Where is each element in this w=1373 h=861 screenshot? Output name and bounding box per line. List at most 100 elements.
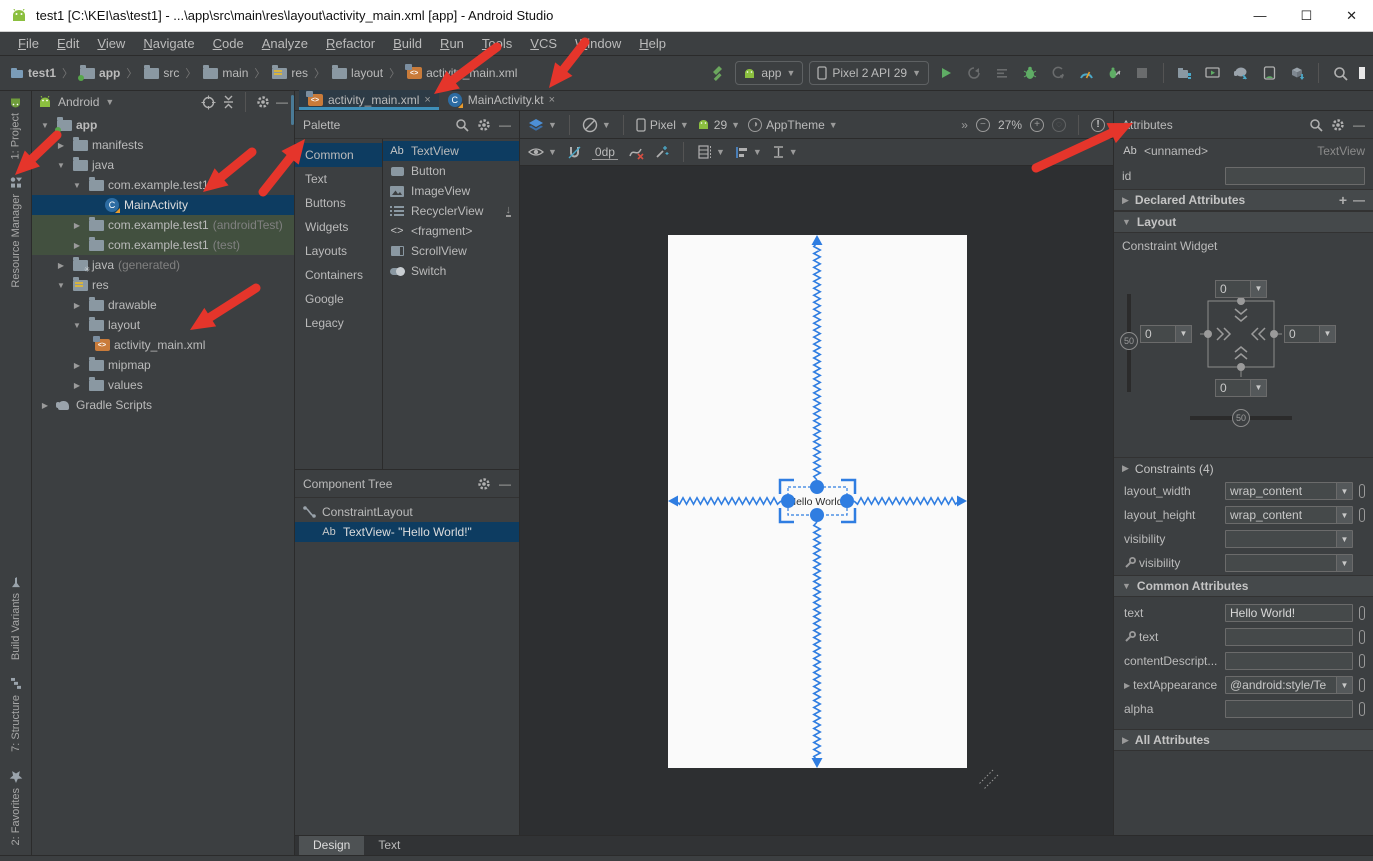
component-textview[interactable]: Ab TextView- "Hello World!" — [295, 522, 519, 542]
breadcrumb-module[interactable]: test1 — [8, 64, 58, 82]
palette-item-fragment[interactable]: <><fragment> — [383, 221, 519, 241]
expand-arrow[interactable]: ▼ — [54, 281, 68, 290]
palette-category-text[interactable]: Text — [295, 167, 382, 191]
palette-category-google[interactable]: Google — [295, 287, 382, 311]
device-select[interactable]: Pixel 2 API 29 ▼ — [809, 61, 929, 85]
palette-item-switch[interactable]: Switch — [383, 261, 519, 281]
tree-item-values[interactable]: ▶values — [32, 375, 294, 395]
resize-handle-top-left[interactable] — [780, 480, 794, 494]
expand-arrow[interactable]: ▶ — [70, 361, 84, 370]
layout-width-select[interactable]: wrap_content▼ — [1225, 482, 1353, 500]
sdk-manager-button[interactable] — [1286, 62, 1308, 84]
chevron-right-icon[interactable]: ▶ — [1124, 681, 1130, 690]
breadcrumb-main[interactable]: main — [200, 64, 250, 82]
gear-icon[interactable] — [477, 477, 491, 491]
chevron-down-icon[interactable]: ▼ — [1250, 281, 1266, 297]
menu-vcs[interactable]: VCS — [522, 34, 565, 53]
chevron-down-icon[interactable]: ▼ — [1250, 380, 1266, 396]
gradle-sync-button[interactable] — [1230, 62, 1252, 84]
expand-arrow[interactable]: ▶ — [54, 141, 68, 150]
palette-category-containers[interactable]: Containers — [295, 263, 382, 287]
text-appearance-select[interactable]: @android:style/Te▼ — [1225, 676, 1353, 694]
palette-category-legacy[interactable]: Legacy — [295, 311, 382, 335]
component-constraintlayout[interactable]: ConstraintLayout — [295, 502, 519, 522]
device-canvas[interactable]: Hello World! — [668, 235, 967, 768]
search-everywhere-icon[interactable] — [1329, 62, 1351, 84]
stop-button[interactable] — [1131, 62, 1153, 84]
palette-category-widgets[interactable]: Widgets — [295, 215, 382, 239]
content-description-input[interactable] — [1225, 652, 1353, 670]
infer-constraints-button[interactable] — [654, 145, 669, 160]
margin-left-select[interactable]: 0▼ — [1140, 325, 1192, 343]
autoconnect-toggle[interactable] — [567, 145, 582, 160]
project-view-select[interactable]: Android — [58, 95, 99, 109]
issues-icon[interactable]: ! — [1091, 118, 1105, 132]
zoom-to-fit-icon[interactable]: ◌ — [1052, 118, 1066, 132]
text-input[interactable]: Hello World! — [1225, 604, 1353, 622]
alpha-input[interactable] — [1225, 700, 1353, 718]
chevron-down-icon[interactable]: ▼ — [1336, 555, 1352, 571]
zoom-out-icon[interactable]: − — [976, 118, 990, 132]
tree-item-package-test[interactable]: ▶com.example.test1(test) — [32, 235, 294, 255]
chevron-down-icon[interactable]: ▼ — [1336, 677, 1352, 693]
zoom-in-icon[interactable]: + — [1030, 118, 1044, 132]
menu-view[interactable]: View — [89, 34, 133, 53]
tool-button-favorites[interactable]: 2: Favorites — [9, 770, 23, 845]
tree-item-activity-main-xml[interactable]: <>activity_main.xml — [32, 335, 294, 355]
breadcrumb-res[interactable]: res — [269, 64, 310, 82]
close-tab-icon[interactable]: × — [424, 94, 430, 106]
expand-arrow[interactable]: ▼ — [54, 161, 68, 170]
tools-visibility-select[interactable]: ▼ — [1225, 554, 1353, 572]
expand-arrow[interactable]: ▶ — [70, 221, 84, 230]
expand-arrow[interactable]: ▼ — [70, 321, 84, 330]
hide-panel-icon[interactable]: — — [499, 477, 511, 491]
palette-category-layouts[interactable]: Layouts — [295, 239, 382, 263]
tab-design[interactable]: Design — [299, 836, 364, 855]
menu-run[interactable]: Run — [432, 34, 472, 53]
gear-icon[interactable] — [1331, 118, 1345, 132]
horizontal-bias-slider[interactable]: 50 — [1232, 409, 1250, 427]
theme-select[interactable]: ◑ AppTheme ▼ — [748, 118, 838, 132]
chevron-down-icon[interactable]: ▼ — [1319, 326, 1335, 342]
visibility-select[interactable]: ▼ — [1225, 530, 1353, 548]
palette-item-textview[interactable]: AbTextView — [383, 141, 519, 161]
run-button[interactable] — [935, 62, 957, 84]
expand-arrow[interactable]: ▶ — [70, 381, 84, 390]
maximize-button[interactable]: ☐ — [1300, 8, 1312, 24]
scrollbar[interactable] — [291, 95, 294, 125]
guidelines-menu[interactable]: ▼ — [698, 145, 725, 159]
locate-file-icon[interactable] — [201, 95, 216, 110]
textview-hello-world[interactable]: Hello World! — [789, 496, 846, 508]
profile-debug-button[interactable] — [1103, 62, 1125, 84]
breadcrumb-layout[interactable]: layout — [329, 64, 385, 82]
apply-changes-button[interactable] — [963, 62, 985, 84]
expand-arrow[interactable]: ▼ — [38, 121, 52, 130]
close-button[interactable]: ✕ — [1346, 8, 1357, 24]
palette-item-imageview[interactable]: ImageView — [383, 181, 519, 201]
tree-item-layout[interactable]: ▼layout — [32, 315, 294, 335]
expand-arrow[interactable]: ▼ — [70, 181, 84, 190]
constraint-anchor-bottom[interactable] — [810, 508, 824, 522]
build-hammer-icon[interactable] — [707, 62, 729, 84]
tree-item-app[interactable]: ▼app — [32, 115, 294, 135]
gear-icon[interactable] — [256, 95, 270, 109]
tree-item-package[interactable]: ▼com.example.test1 — [32, 175, 294, 195]
expand-arrow[interactable]: ▶ — [54, 261, 68, 270]
palette-item-button[interactable]: Button — [383, 161, 519, 181]
chevron-down-icon[interactable]: ▼ — [1336, 507, 1352, 523]
pick-resource-button[interactable] — [1359, 508, 1365, 522]
margin-bottom-select[interactable]: 0▼ — [1215, 379, 1267, 397]
tree-item-java-generated[interactable]: ▶java(generated) — [32, 255, 294, 275]
pick-resource-button[interactable] — [1359, 678, 1365, 692]
palette-category-common[interactable]: Common — [295, 143, 382, 167]
more-actions-icon[interactable]: » — [961, 118, 968, 132]
minimize-button[interactable]: — — [1253, 8, 1266, 24]
pick-resource-button[interactable] — [1359, 630, 1365, 644]
tree-item-manifests[interactable]: ▶manifests — [32, 135, 294, 155]
avd-manager-button[interactable] — [1202, 62, 1224, 84]
menu-build[interactable]: Build — [385, 34, 430, 53]
align-menu[interactable]: ▼ — [735, 146, 762, 159]
section-constraints[interactable]: ▶ Constraints (4) — [1114, 457, 1373, 479]
tools-text-input[interactable] — [1225, 628, 1353, 646]
tree-item-gradle-scripts[interactable]: ▶Gradle Scripts — [32, 395, 294, 415]
